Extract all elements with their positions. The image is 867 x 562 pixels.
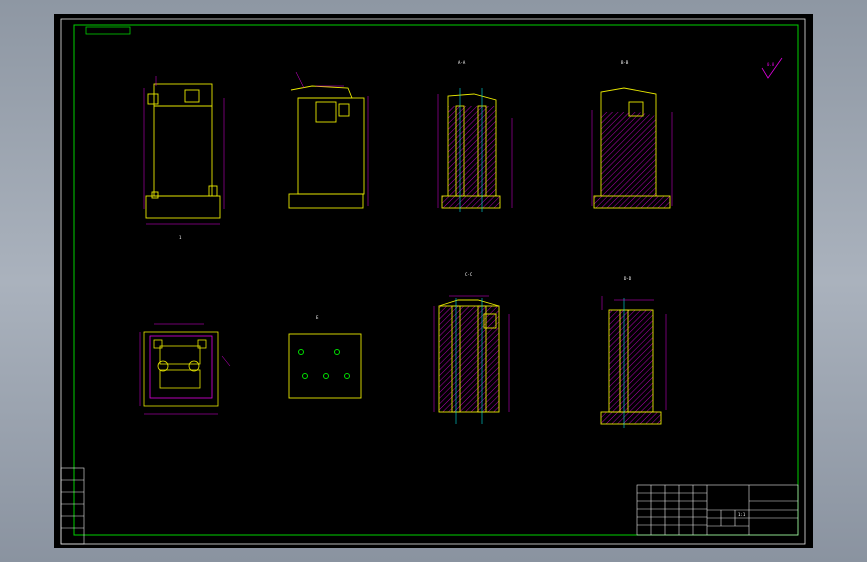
section-b-label: B-B xyxy=(621,60,629,65)
front-view-mark: 1 xyxy=(179,235,182,240)
title-block xyxy=(636,484,799,536)
front-view: 1 xyxy=(143,76,225,240)
section-a-label: A-A xyxy=(458,60,466,65)
engineering-drawing: 0.8 1 A-A B-B E C-C D-D 1:1 xyxy=(60,18,806,545)
code-box xyxy=(85,26,131,35)
top-view xyxy=(139,323,231,415)
inner-frame xyxy=(73,24,799,536)
side-view xyxy=(288,71,369,209)
section-b-view: B-B xyxy=(591,60,673,209)
roughness-symbol: 0.8 xyxy=(761,57,783,79)
title-block-scale: 1:1 xyxy=(738,512,746,517)
section-c-label: C-C xyxy=(465,272,473,277)
section-d-view: D-D xyxy=(600,276,667,428)
outer-frame xyxy=(60,18,806,545)
section-c-view: C-C xyxy=(433,272,510,424)
section-a-view: A-A xyxy=(437,60,513,212)
view-e-plate: E xyxy=(288,315,362,399)
section-d-label: D-D xyxy=(624,276,632,281)
roughness-value: 0.8 xyxy=(767,62,775,67)
view-e-label: E xyxy=(316,315,319,320)
cad-drawing-canvas[interactable]: 0.8 1 A-A B-B E C-C D-D 1:1 xyxy=(54,14,813,548)
left-strip xyxy=(60,467,85,545)
